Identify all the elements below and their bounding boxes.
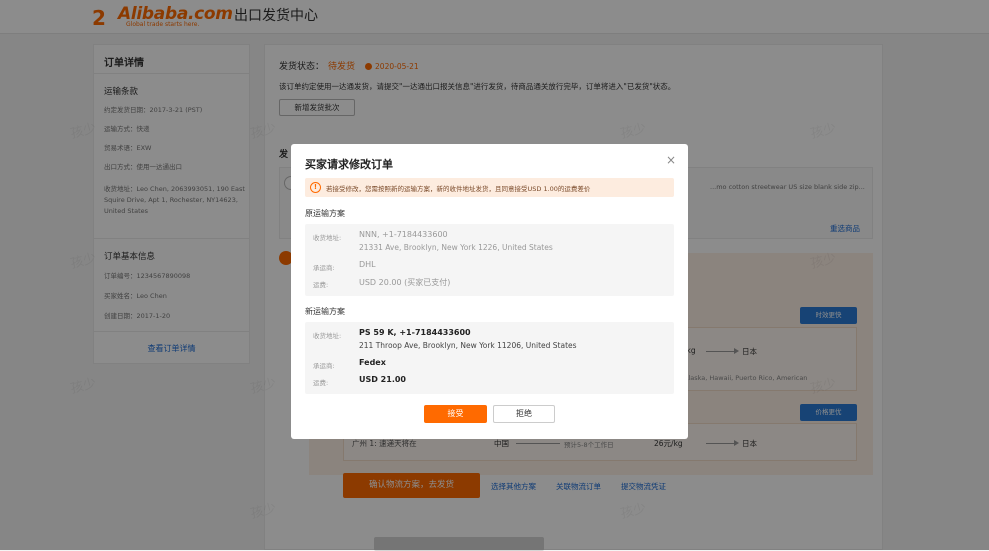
address-label: 收货地址:: [313, 234, 342, 242]
close-icon[interactable]: ×: [666, 153, 676, 167]
modify-order-dialog: 买家请求修改订单 × ! 若接受修改，您需按照新的运输方案，新的收件地址发货，且…: [291, 144, 688, 439]
original-plan-title: 原运输方案: [305, 209, 345, 218]
warning-icon: !: [310, 182, 321, 193]
original-plan-box: 收货地址: NNN, +1-7184433600 21331 Ave, Broo…: [305, 224, 674, 296]
new-plan-title: 新运输方案: [305, 307, 345, 316]
new-carrier: Fedex: [359, 358, 386, 367]
new-address: 211 Throop Ave, Brooklyn, New York 11206…: [359, 341, 577, 350]
new-plan-box: 收货地址: PS 59 K, +1-7184433600 211 Throop …: [305, 322, 674, 394]
fee-label: 运费:: [313, 281, 329, 289]
accept-button[interactable]: 接受: [424, 405, 487, 423]
original-carrier: DHL: [359, 260, 376, 269]
original-address: 21331 Ave, Brooklyn, New York 1226, Unit…: [359, 243, 553, 252]
original-fee: USD 20.00 (买家已支付): [359, 278, 451, 287]
new-fee: USD 21.00: [359, 375, 406, 384]
carrier-label: 承运商:: [313, 362, 335, 370]
fee-label: 运费:: [313, 379, 329, 387]
original-name-phone: NNN, +1-7184433600: [359, 230, 448, 239]
new-name-phone: PS 59 K, +1-7184433600: [359, 328, 471, 337]
carrier-label: 承运商:: [313, 264, 335, 272]
warning-text: 若接受修改，您需按照新的运输方案，新的收件地址发货，且同意接受USD 1.00的…: [326, 185, 591, 193]
address-label: 收货地址:: [313, 332, 342, 340]
warning-banner: ! 若接受修改，您需按照新的运输方案，新的收件地址发货，且同意接受USD 1.0…: [305, 178, 674, 197]
dialog-title: 买家请求修改订单: [305, 158, 393, 171]
reject-button[interactable]: 拒绝: [493, 405, 555, 423]
